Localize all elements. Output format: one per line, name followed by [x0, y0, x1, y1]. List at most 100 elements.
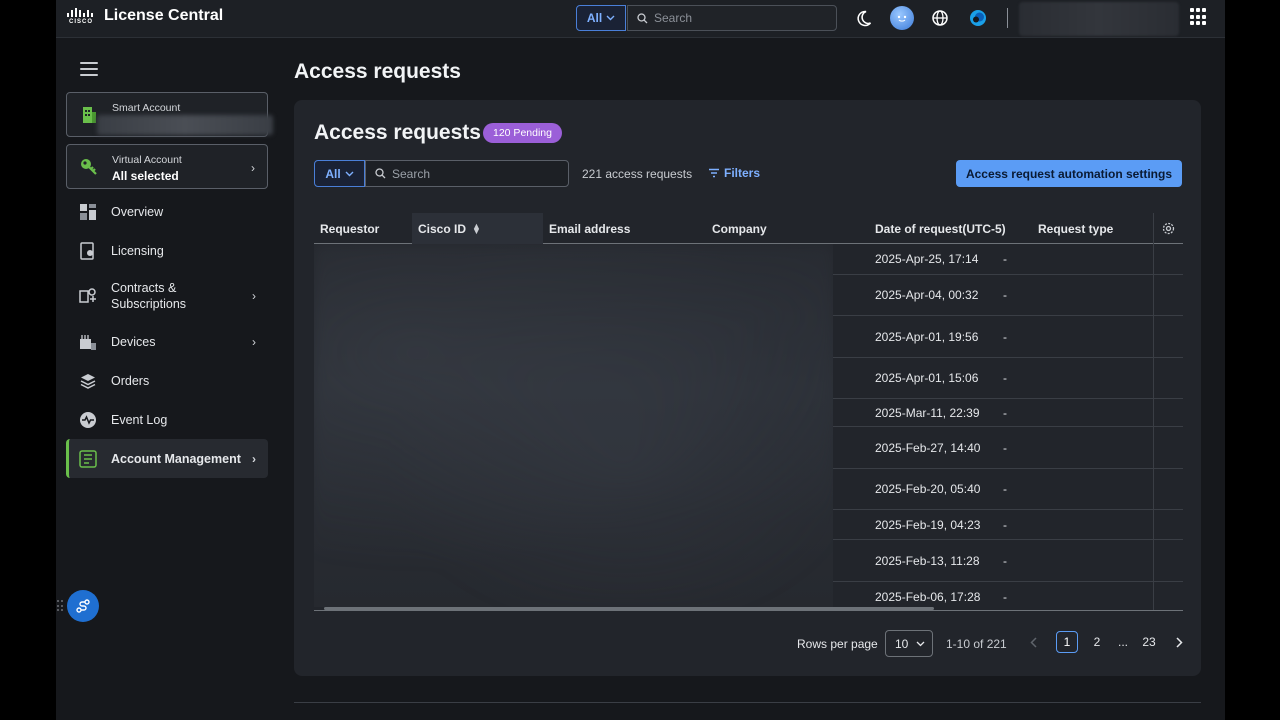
sidebar-item-label: Devices	[111, 334, 156, 349]
sidebar-item-account-management[interactable]: Account Management ›	[66, 439, 268, 478]
contracts-icon	[79, 288, 96, 303]
type-cell: -	[1003, 517, 1007, 532]
logo[interactable]: CISCO License Central	[66, 7, 223, 25]
date-cell: 2025-Feb-20, 05:40	[875, 482, 981, 496]
next-page-icon[interactable]	[1168, 631, 1190, 653]
type-cell: -	[1003, 553, 1007, 568]
column-header-requestor[interactable]: Requestor	[314, 213, 412, 244]
date-cell: 2025-Apr-25, 17:14	[875, 252, 979, 266]
table-row[interactable]: 2025-Apr-04, 00:32 -	[833, 275, 1183, 316]
global-search-input[interactable]	[654, 11, 824, 25]
row-end-cell	[1153, 399, 1183, 426]
top-divider	[1007, 8, 1008, 28]
automation-settings-button[interactable]: Access request automation settings	[955, 160, 1182, 187]
global-scope-label: All	[586, 11, 603, 25]
contracts-label-line1: Contracts &	[111, 281, 177, 295]
row-end-cell	[1153, 316, 1183, 357]
access-requests-card: Access requests 120 Pending All 221 acce…	[294, 100, 1201, 676]
table-search-input[interactable]	[392, 166, 562, 181]
smart-account-value-redacted	[97, 115, 273, 135]
chevron-right-icon: ›	[252, 451, 256, 466]
chevron-right-icon: ›	[252, 334, 256, 349]
row-end-cell	[1153, 244, 1183, 274]
row-end-cell	[1153, 275, 1183, 315]
type-cell: -	[1003, 371, 1007, 385]
apps-grid-icon[interactable]	[1190, 8, 1208, 26]
virtual-account-value: All selected	[112, 169, 179, 183]
page-button[interactable]: 2	[1086, 631, 1108, 653]
pagination: 1 2 ... 23	[1022, 631, 1190, 653]
page-button[interactable]: 1	[1056, 631, 1078, 653]
access-requests-table: Requestor Cisco ID ▲ ▼ Email address Comp…	[314, 213, 1183, 611]
column-header-email[interactable]: Email address	[543, 213, 706, 244]
table-row[interactable]: 2025-Feb-27, 14:40 -	[833, 427, 1183, 469]
table-row[interactable]: 2025-Feb-19, 04:23 -	[833, 510, 1183, 540]
rows-per-page-select[interactable]: 10	[885, 630, 933, 657]
assistant-icon[interactable]	[890, 6, 914, 30]
sidebar-item-licensing[interactable]: Licensing	[66, 231, 268, 270]
date-cell: 2025-Apr-04, 00:32	[875, 288, 979, 302]
table-row[interactable]: 2025-Apr-25, 17:14 -	[833, 244, 1183, 275]
column-header-cisco-id[interactable]: Cisco ID ▲ ▼	[412, 213, 543, 244]
column-label: Requestor	[320, 221, 380, 236]
overview-icon	[80, 203, 96, 220]
table-row[interactable]: 2025-Feb-20, 05:40 -	[833, 469, 1183, 510]
global-search[interactable]	[627, 5, 837, 31]
page-ellipsis: ...	[1117, 635, 1128, 649]
date-cell: 2025-Apr-01, 19:56	[875, 329, 979, 344]
type-cell: -	[1003, 440, 1007, 455]
table-search[interactable]	[365, 160, 569, 187]
column-label: Company	[712, 221, 767, 236]
sidebar-item-devices[interactable]: Devices ›	[66, 322, 268, 361]
column-header-request-type[interactable]: Request type	[1032, 213, 1153, 244]
table-row[interactable]: 2025-Mar-11, 22:39 -	[833, 399, 1183, 427]
theme-icon[interactable]	[852, 6, 876, 30]
sidebar-item-contracts[interactable]: Contracts & Subscriptions ›	[66, 270, 268, 322]
table-row[interactable]: 2025-Apr-01, 15:06 -	[833, 358, 1183, 399]
sidebar-item-overview[interactable]: Overview	[66, 192, 268, 231]
date-cell: 2025-Mar-11, 22:39	[875, 405, 980, 420]
logo-text: CISCO	[68, 18, 93, 25]
filters-button[interactable]: Filters	[708, 166, 760, 180]
rows-per-page-value: 10	[895, 636, 909, 651]
redacted-columns	[314, 244, 833, 607]
event-log-icon	[80, 411, 96, 428]
building-icon	[83, 107, 96, 123]
page-button[interactable]: 23	[1138, 631, 1160, 653]
page-title: Access requests	[294, 60, 461, 83]
webex-icon[interactable]	[966, 6, 990, 30]
chevron-down-icon	[916, 641, 925, 646]
drag-handle-icon[interactable]	[57, 600, 63, 612]
card-title: Access requests	[314, 121, 481, 144]
prev-page-icon[interactable]	[1022, 631, 1044, 653]
type-cell: -	[1003, 405, 1007, 420]
global-scope-dropdown[interactable]: All	[576, 5, 626, 31]
route-icon	[76, 599, 90, 613]
virtual-account-label: Virtual Account	[112, 154, 182, 166]
guided-tour-button[interactable]	[67, 590, 99, 622]
top-actions	[852, 6, 990, 30]
scope-label: All	[325, 166, 341, 181]
column-settings-icon[interactable]	[1153, 213, 1183, 244]
sidebar-item-label: Contracts & Subscriptions	[111, 280, 186, 312]
key-icon	[81, 159, 97, 175]
table-row[interactable]: 2025-Feb-13, 11:28 -	[833, 540, 1183, 582]
type-cell: -	[1003, 329, 1007, 344]
smart-account-selector[interactable]: Smart Account	[66, 92, 273, 137]
sidebar-item-event-log[interactable]: Event Log	[66, 400, 268, 439]
top-bar: CISCO License Central All	[56, 0, 1225, 38]
virtual-account-selector[interactable]: Virtual Account All selected ›	[66, 144, 268, 189]
chevron-right-icon: ›	[252, 289, 256, 303]
sidebar-item-orders[interactable]: Orders	[66, 361, 268, 400]
chevron-right-icon: ›	[251, 161, 255, 175]
table-row[interactable]: 2025-Apr-01, 19:56 -	[833, 316, 1183, 358]
scope-dropdown[interactable]: All	[314, 160, 365, 187]
user-profile[interactable]	[1019, 2, 1179, 36]
globe-icon[interactable]	[928, 6, 952, 30]
menu-toggle-icon[interactable]	[80, 62, 98, 76]
column-header-company[interactable]: Company	[706, 213, 869, 244]
sidebar-nav: Overview Licensing Contracts & Subscripti…	[66, 192, 268, 478]
column-header-date[interactable]: Date of request(UTC-5)	[869, 213, 1032, 244]
search-icon	[375, 168, 386, 179]
date-cell: 2025-Feb-13, 11:28	[875, 553, 980, 568]
